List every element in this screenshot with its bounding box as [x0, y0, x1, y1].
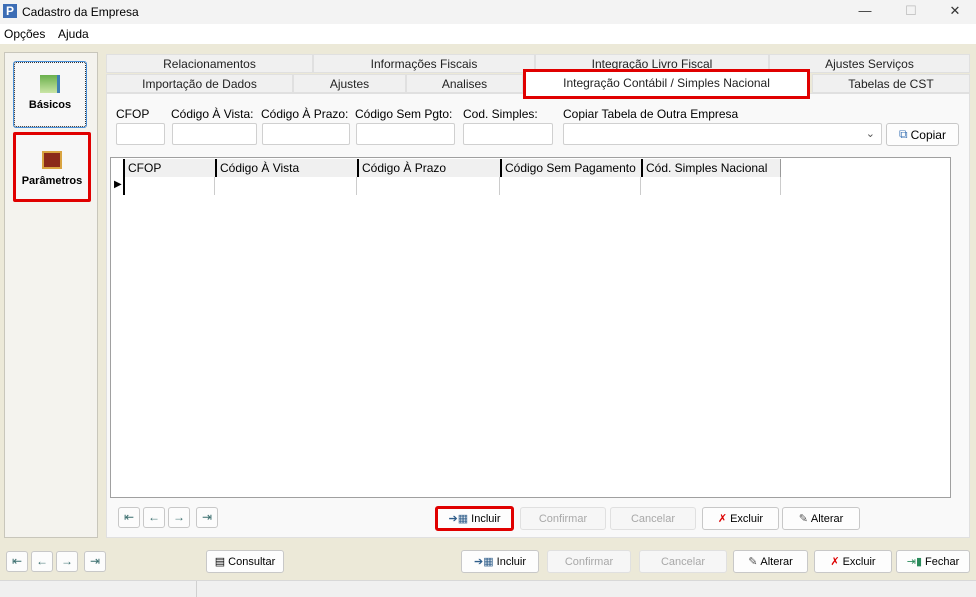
tab-informacoes-fiscais[interactable]: Informações Fiscais: [313, 54, 535, 73]
alterar-button[interactable]: ✎ Alterar: [733, 550, 808, 573]
codigo-sem-pgto-input[interactable]: [356, 123, 455, 145]
label-copiar-tabela: Copiar Tabela de Outra Empresa: [563, 107, 739, 121]
bottom-last-button[interactable]: ⇥: [84, 551, 106, 572]
parameters-book-icon: [42, 151, 62, 169]
consultar-button[interactable]: ▤ Consultar: [206, 550, 284, 573]
tab-ajustes[interactable]: Ajustes: [293, 74, 406, 93]
copy-icon: ⧉: [899, 127, 908, 141]
add-row-icon: ➔▦: [474, 556, 494, 568]
status-bar: [0, 580, 976, 597]
window-title: Cadastro da Empresa: [22, 5, 139, 19]
label-codigo-sem-pgto: Código Sem Pgto:: [355, 107, 453, 121]
grid-cell[interactable]: [214, 177, 215, 195]
excluir-button[interactable]: ✗ Excluir: [814, 550, 892, 573]
sidebar-item-label: Parâmetros: [21, 175, 83, 187]
close-button[interactable]: ✕: [940, 3, 970, 21]
edit-icon: ✎: [798, 513, 808, 525]
delete-icon: ✗: [717, 513, 728, 525]
codigo-vista-input[interactable]: [172, 123, 257, 145]
column-header-cod-simples[interactable]: Cód. Simples Nacional: [641, 159, 781, 177]
tab-integracao-contabil[interactable]: Integração Contábil / Simples Nacional: [523, 69, 810, 99]
column-header-codigo-vista[interactable]: Código À Vista: [215, 159, 357, 177]
cancelar-button[interactable]: Cancelar: [639, 550, 727, 573]
bottom-first-button[interactable]: ⇤: [6, 551, 28, 572]
grid-cell[interactable]: [499, 177, 500, 195]
inner-incluir-button[interactable]: ➔▦ Incluir: [435, 506, 514, 531]
inner-alterar-button[interactable]: ✎ Alterar: [782, 507, 860, 530]
last-record-button[interactable]: ⇥: [196, 507, 218, 528]
next-record-button[interactable]: →: [168, 507, 190, 528]
minimize-button[interactable]: —: [850, 3, 880, 21]
sidebar-item-parametros[interactable]: Parâmetros: [13, 132, 91, 202]
edit-icon: ✎: [748, 556, 758, 568]
row-indicator-icon: ▶: [114, 179, 122, 190]
copiar-tabela-select[interactable]: ⌄: [563, 123, 882, 145]
label-cod-simples: Cod. Simples:: [463, 107, 538, 121]
confirmar-button[interactable]: Confirmar: [547, 550, 631, 573]
maximize-button[interactable]: ☐: [896, 3, 926, 21]
status-divider: [196, 581, 197, 597]
column-header-cfop[interactable]: CFOP: [123, 159, 215, 177]
sidebar-item-label: Básicos: [28, 99, 72, 111]
sidebar-item-basicos[interactable]: Básicos: [13, 61, 87, 128]
exit-door-icon: ⇥▮: [906, 556, 923, 568]
first-record-button[interactable]: ⇤: [118, 507, 140, 528]
data-grid[interactable]: CFOP Código À Vista Código À Prazo Códig…: [110, 157, 951, 498]
inner-confirmar-button[interactable]: Confirmar: [520, 507, 606, 530]
menu-ajuda[interactable]: Ajuda: [58, 27, 89, 41]
label-cfop: CFOP: [116, 107, 150, 121]
column-header-codigo-prazo[interactable]: Código À Prazo: [357, 159, 500, 177]
copiar-button[interactable]: ⧉ Copiar: [886, 123, 959, 146]
bottom-next-button[interactable]: →: [56, 551, 78, 572]
incluir-button[interactable]: ➔▦ Incluir: [461, 550, 539, 573]
column-header-codigo-sem-pagamento[interactable]: Código Sem Pagamento: [500, 159, 641, 177]
tab-relacionamentos[interactable]: Relacionamentos: [106, 54, 313, 73]
inner-cancelar-button[interactable]: Cancelar: [610, 507, 696, 530]
menu-opcoes[interactable]: Opções: [4, 27, 45, 41]
grid-cell[interactable]: [356, 177, 357, 195]
cod-simples-input[interactable]: [463, 123, 553, 145]
grid-cell[interactable]: [780, 177, 781, 195]
books-icon: [40, 75, 60, 93]
app-icon: P: [3, 4, 17, 18]
menu-bar: [0, 24, 976, 44]
label-codigo-vista: Código À Vista:: [171, 107, 254, 121]
tab-importacao-dados[interactable]: Importação de Dados: [106, 74, 293, 93]
tab-analises[interactable]: Analises: [406, 74, 523, 93]
chevron-down-icon: ⌄: [865, 128, 875, 140]
fechar-button[interactable]: ⇥▮ Fechar: [896, 550, 970, 573]
add-row-icon: ➔▦: [448, 513, 469, 525]
list-icon: ▤: [214, 556, 226, 568]
label-codigo-prazo: Código À Prazo:: [261, 107, 349, 121]
title-bar: [0, 0, 976, 24]
cfop-input[interactable]: [116, 123, 165, 145]
delete-icon: ✗: [830, 556, 840, 568]
prev-record-button[interactable]: ←: [143, 507, 165, 528]
codigo-prazo-input[interactable]: [262, 123, 350, 145]
grid-cell[interactable]: [123, 177, 125, 195]
bottom-prev-button[interactable]: ←: [31, 551, 53, 572]
inner-excluir-button[interactable]: ✗ Excluir: [702, 507, 779, 530]
tab-tabelas-cst[interactable]: Tabelas de CST: [812, 74, 970, 93]
grid-cell[interactable]: [640, 177, 641, 195]
